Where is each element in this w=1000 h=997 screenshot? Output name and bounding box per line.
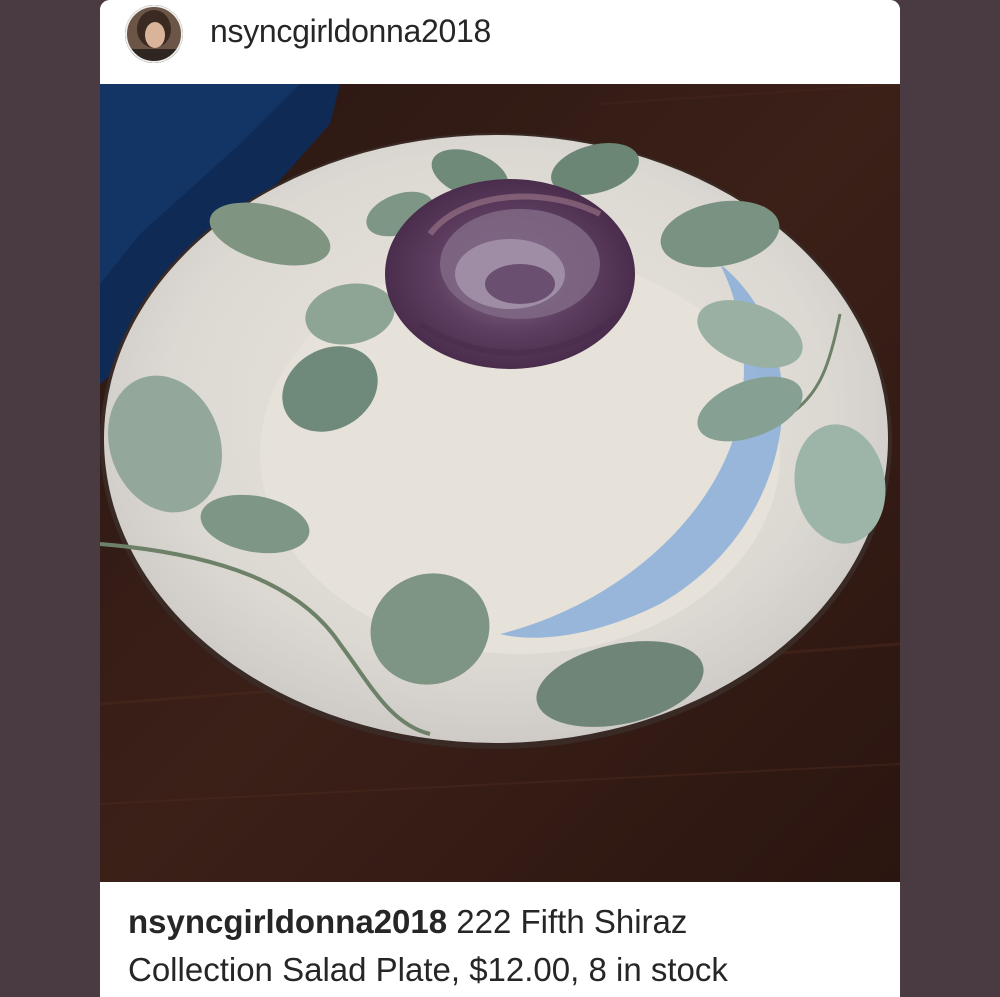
plate-photo bbox=[100, 84, 900, 882]
post-photo[interactable] bbox=[100, 84, 900, 882]
caption-text-line2: Collection Salad Plate, $12.00, 8 in sto… bbox=[128, 951, 728, 988]
post-card: nsyncgirldonna2018 nsyncgirldonna2018 22… bbox=[100, 0, 900, 997]
caption-text-line1: 222 Fifth Shiraz bbox=[447, 903, 688, 940]
avatar[interactable] bbox=[125, 5, 183, 63]
avatar-image bbox=[125, 5, 183, 63]
post-username[interactable]: nsyncgirldonna2018 bbox=[210, 13, 491, 50]
post-caption: nsyncgirldonna2018 222 Fifth Shiraz Coll… bbox=[128, 898, 888, 994]
post-header: nsyncgirldonna2018 bbox=[100, 0, 900, 84]
caption-username[interactable]: nsyncgirldonna2018 bbox=[128, 903, 447, 940]
